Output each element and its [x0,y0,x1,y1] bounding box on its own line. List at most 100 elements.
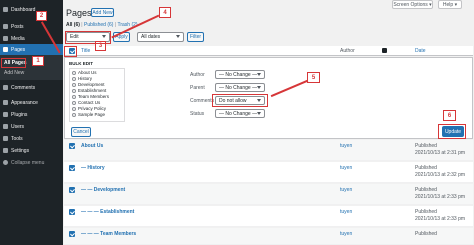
bulk-edit-panel: BULK EDIT About Us History Development E… [64,57,473,139]
row-status: Published [415,187,437,193]
row-title[interactable]: About Us [81,143,103,149]
row-author[interactable]: tuyen [340,143,352,149]
remove-icon [72,88,76,93]
pin-icon [3,24,8,29]
list-item[interactable]: Sample Page [72,112,122,118]
comments-label: Comments [190,98,215,104]
row-author[interactable]: tuyen [340,209,352,215]
page-icon [3,47,8,52]
settings-icon [3,148,8,153]
remove-icon [72,82,76,87]
chevron-down-icon [257,111,261,115]
bulk-edit-heading: BULK EDIT [69,61,93,66]
row-title[interactable]: — History [81,165,105,171]
screen-options-button[interactable]: Screen Options ▾ [392,0,433,9]
row-checkbox[interactable] [69,165,75,171]
remove-icon [72,70,76,75]
user-icon [3,124,8,129]
row-checkbox[interactable] [69,209,75,215]
status-label: Status [190,111,205,117]
col-title[interactable]: Title [81,48,90,54]
parent-label: Parent [190,85,205,91]
sidebar-item-posts[interactable]: Posts [0,21,63,32]
row-date: 2021/10/13 at 2:32 pm [415,172,466,178]
sidebar-item-pages[interactable]: Pages [0,44,63,55]
sidebar-item-settings[interactable]: Settings [0,145,63,156]
sidebar-item-users[interactable]: Users [0,121,63,132]
row-title[interactable]: — — — Team Members [81,231,136,237]
author-select[interactable]: — No Change — [215,70,265,79]
highlight-comments-select [212,94,268,107]
row-status: Published [415,231,437,237]
wrench-icon [3,136,8,141]
parent-select[interactable]: — No Change — [215,83,265,92]
highlight-all-pages [1,58,26,68]
main-content: Screen Options ▾ Help ▾ Pages Add New Al… [63,0,474,245]
row-date: 2021/10/13 at 2:33 pm [415,216,466,222]
col-author: Author [340,48,355,54]
row-checkbox[interactable] [69,231,75,237]
comment-icon [3,85,8,90]
remove-icon [72,100,76,105]
row-author[interactable]: tuyen [340,231,352,237]
sidebar-collapse-menu[interactable]: Collapse menu [0,157,63,168]
app-window: Dashboard Posts Media Pages All Pages Ad… [0,0,474,245]
highlight-bulk-select [65,31,111,44]
plugin-icon [3,112,8,117]
status-filters: All (6) | Published (6) | Trash (2) [66,22,138,28]
help-button[interactable]: Help ▾ [438,0,462,9]
col-date[interactable]: Date [415,48,426,54]
row-title[interactable]: — — Development [81,187,125,193]
highlight-update-button [438,124,466,139]
cancel-button[interactable]: Cancel [71,127,91,137]
callout-5: 5 [307,72,320,83]
table-row: — — Development tuyen Published 2021/10/… [64,184,473,205]
chevron-down-icon [257,72,261,76]
table-row: — History tuyen Published 2021/10/13 at … [64,162,473,183]
row-author[interactable]: tuyen [340,187,352,193]
comment-icon [382,48,387,53]
highlight-select-all [64,46,77,57]
sidebar-item-plugins[interactable]: Plugins [0,109,63,120]
chevron-down-icon [257,85,261,89]
table-row: — — — Establishment tuyen Published 2021… [64,206,473,227]
table-row: About Us tuyen Published 2021/10/13 at 2… [64,140,473,161]
row-author[interactable]: tuyen [340,165,352,171]
filter-all[interactable]: All (6) [66,22,80,28]
remove-icon [72,112,76,117]
row-date: 2021/10/13 at 2:33 pm [415,194,466,200]
status-select[interactable]: — No Change — [215,109,265,118]
bulk-page-list: About Us History Development Establishme… [69,68,125,122]
collapse-icon [3,160,8,165]
chevron-down-icon [176,35,180,38]
sidebar-item-tools[interactable]: Tools [0,133,63,144]
row-status: Published [415,209,437,215]
row-date: 2021/10/13 at 2:31 pm [415,150,466,156]
sidebar-item-comments[interactable]: Comments [0,82,63,93]
callout-6: 6 [443,110,456,121]
add-new-button[interactable]: Add New [91,8,114,17]
sidebar-item-appearance[interactable]: Appearance [0,97,63,108]
table-row: — — — Team Members tuyen Published [64,228,473,245]
brush-icon [3,100,8,105]
callout-1: 1 [32,56,44,66]
media-icon [3,36,8,41]
row-checkbox[interactable] [69,143,75,149]
callout-2: 2 [36,11,47,21]
row-title[interactable]: — — — Establishment [81,209,134,215]
table-header: Title Author Date [64,46,473,56]
admin-sidebar: Dashboard Posts Media Pages All Pages Ad… [0,0,63,245]
remove-icon [72,76,76,81]
remove-icon [72,106,76,111]
submenu-add-new[interactable]: Add New [4,70,24,76]
remove-icon [72,94,76,99]
row-status: Published [415,165,437,171]
row-status: Published [415,143,437,149]
filter-button[interactable]: Filter [187,32,204,42]
filter-published[interactable]: Published (6) [84,22,113,28]
date-filter-select[interactable]: All dates [137,32,184,42]
callout-4: 4 [159,7,171,18]
sidebar-item-dashboard[interactable]: Dashboard [0,4,63,15]
page-title: Pages [66,8,92,18]
row-checkbox[interactable] [69,187,75,193]
